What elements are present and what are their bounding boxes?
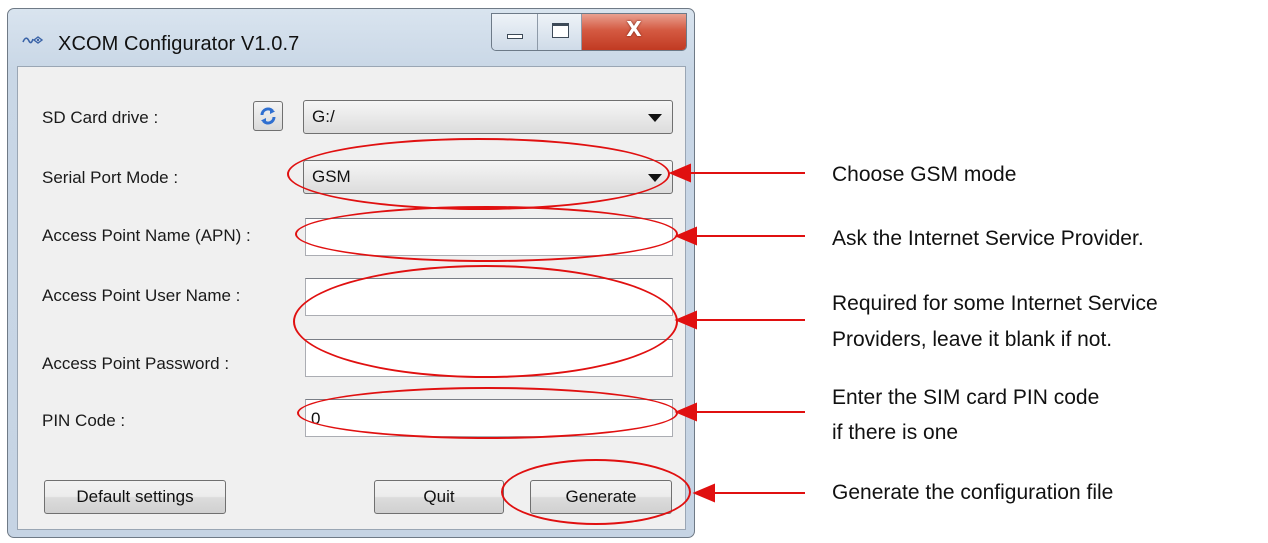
pin-code-input[interactable]: 0: [305, 399, 673, 437]
apn-label: Access Point Name (APN) :: [42, 226, 251, 245]
app-icon: [22, 36, 44, 44]
title-bar[interactable]: XCOM Configurator V1.0.7 X: [8, 9, 694, 59]
maximize-button[interactable]: [538, 14, 582, 50]
apn-note: Ask the Internet Service Provider.: [832, 227, 1144, 250]
generate-button[interactable]: Generate: [530, 480, 672, 514]
serial-port-mode-value: GSM: [312, 167, 351, 186]
credentials-note-line2: Providers, leave it blank if not.: [832, 328, 1113, 351]
dropdown-arrow-icon: [648, 174, 662, 182]
minimize-button[interactable]: [492, 14, 538, 50]
credentials-note-line1: Required for some Internet Service: [832, 292, 1158, 315]
serial-port-mode-select[interactable]: GSM: [303, 160, 673, 194]
sd-card-drive-label: SD Card drive :: [42, 108, 159, 127]
default-settings-button[interactable]: Default settings: [44, 480, 226, 514]
apn-input[interactable]: [305, 218, 673, 256]
generate-arrowhead: [692, 483, 715, 503]
close-icon: X: [626, 17, 642, 41]
maximize-icon: [552, 23, 569, 38]
pin-code-note-line2: if there is one: [832, 421, 959, 444]
sd-card-drive-select[interactable]: G:/: [303, 100, 673, 134]
user-name-label: Access Point User Name :: [42, 286, 241, 305]
close-button[interactable]: X: [582, 14, 686, 50]
dropdown-arrow-icon: [648, 114, 662, 122]
minimize-icon: [507, 34, 523, 39]
serial-port-mode-label: Serial Port Mode :: [42, 168, 179, 187]
caption-buttons: X: [491, 13, 687, 51]
client-area: SD Card drive : G:/ Serial Port Mode : G…: [17, 66, 686, 530]
quit-button[interactable]: Quit: [374, 480, 504, 514]
pin-code-note-line1: Enter the SIM card PIN code: [832, 386, 1100, 409]
sd-card-drive-value: G:/: [312, 107, 335, 126]
window-title: XCOM Configurator V1.0.7: [58, 33, 300, 55]
configurator-window: XCOM Configurator V1.0.7 X SD Card drive…: [7, 8, 695, 538]
refresh-icon: [260, 107, 276, 125]
generate-note: Generate the configuration file: [832, 481, 1114, 504]
gsm-mode-note: Choose GSM mode: [832, 163, 1017, 186]
password-label: Access Point Password :: [42, 354, 230, 373]
refresh-drives-button[interactable]: [253, 101, 283, 131]
user-name-input[interactable]: [305, 278, 673, 316]
pin-code-label: PIN Code :: [42, 411, 126, 430]
password-input[interactable]: [305, 339, 673, 377]
